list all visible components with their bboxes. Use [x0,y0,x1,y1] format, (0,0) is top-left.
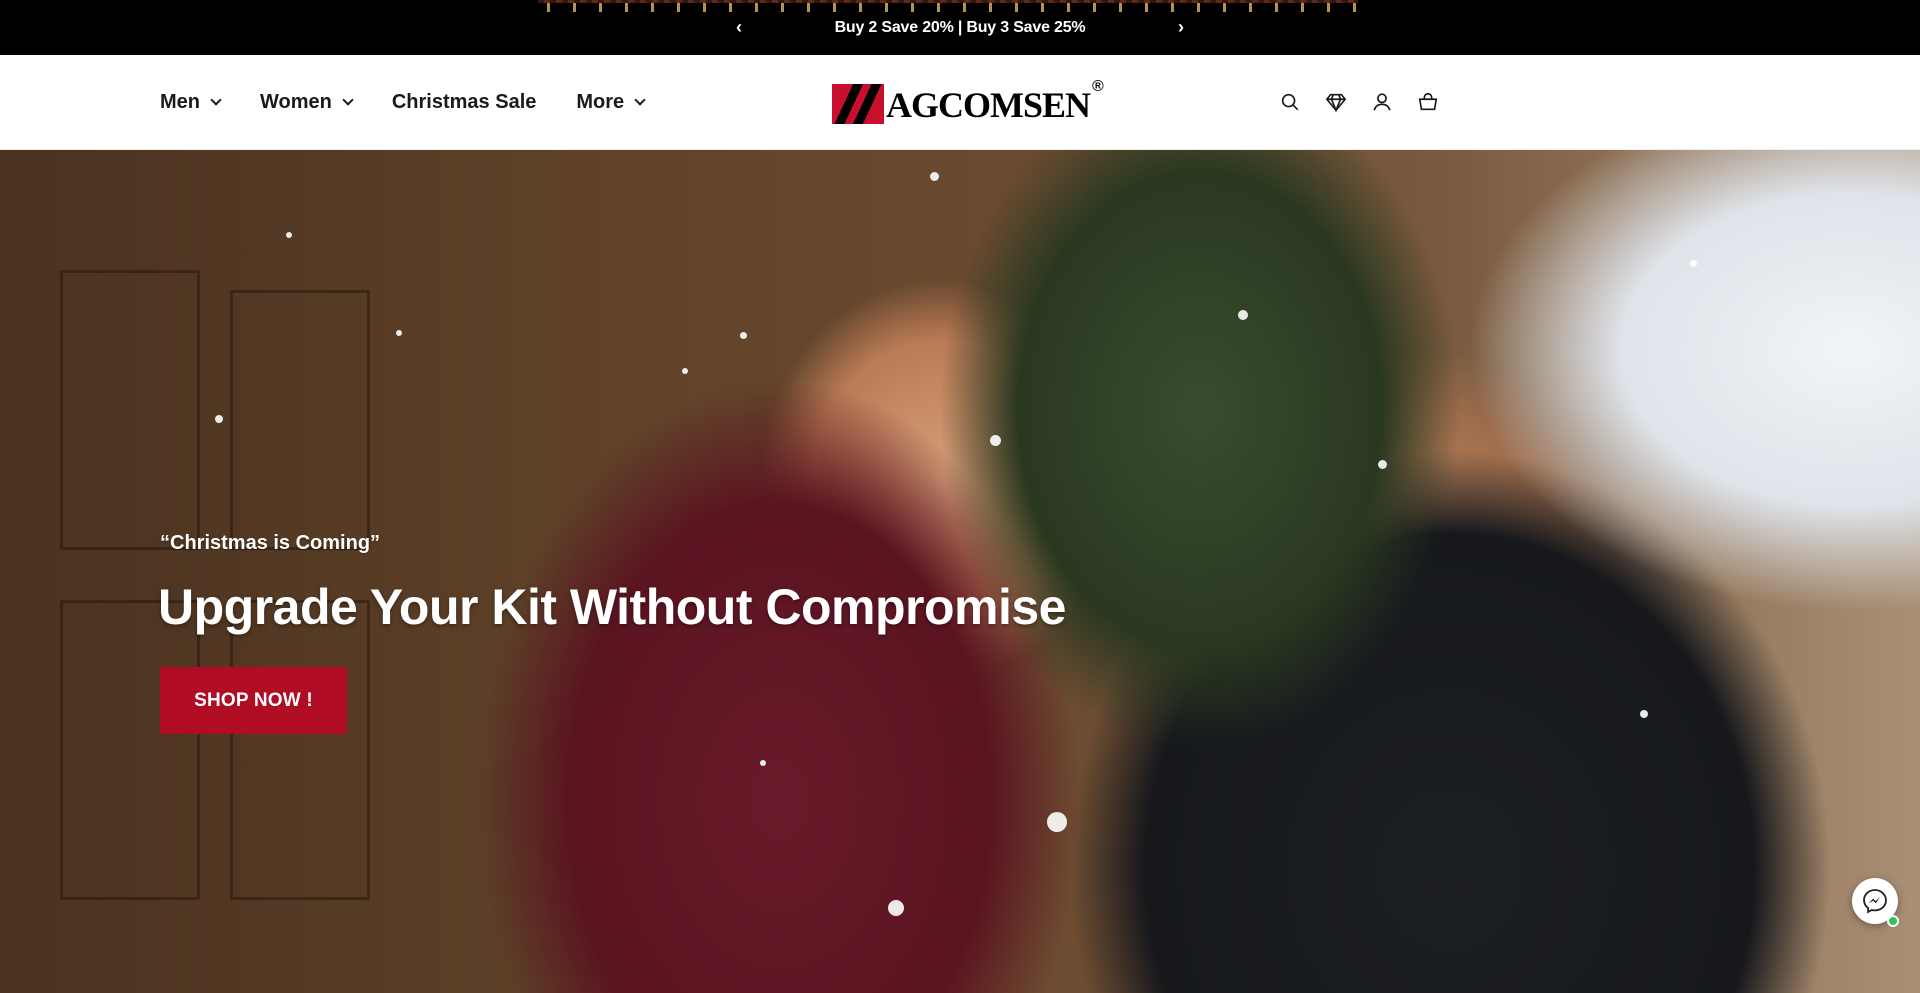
snowflake-decoration [396,330,402,336]
hero-banner: “Christmas is Coming” Upgrade Your Kit W… [0,150,1920,993]
announcement-bar: ‹ Buy 2 Save 20% | Buy 3 Save 25% › [0,0,1920,55]
nav-item-men[interactable]: Men [160,91,222,114]
snowflake-decoration [1640,710,1648,718]
chevron-down-icon [210,94,222,106]
snowflake-decoration [215,415,223,423]
snowflake-decoration [930,172,939,181]
snowflake-decoration [1690,260,1697,267]
diamond-icon[interactable] [1324,90,1348,114]
snowflake-decoration [888,900,904,916]
snowflake-decoration [990,435,1001,446]
main-nav: Men Women Christmas Sale More [160,91,684,114]
chevron-left-icon[interactable]: ‹ [727,14,751,40]
snowflake-decoration [1047,812,1067,832]
nav-item-label: Men [160,91,200,113]
snowflake-decoration [1378,460,1387,469]
logo-wordmark: AGCOMSEN [886,85,1091,125]
account-icon[interactable] [1370,90,1394,114]
door-panel-decoration [230,290,370,550]
online-status-indicator [1887,915,1899,927]
nav-item-more[interactable]: More [576,91,646,114]
snowflake-decoration [682,368,688,374]
door-panel-decoration [60,270,200,550]
hero-title: Upgrade Your Kit Without Compromise [158,579,1067,635]
header-actions [1278,90,1440,114]
announcement-text: Buy 2 Save 20% | Buy 3 Save 25% [834,19,1086,36]
registered-mark: ® [1092,78,1104,95]
nav-item-christmas-sale[interactable]: Christmas Sale [392,91,537,114]
snowflake-decoration [760,760,766,766]
chevron-right-icon[interactable]: › [1169,14,1193,40]
snowflake-decoration [286,232,292,238]
logo-m-mark [832,84,884,124]
nav-item-label: Women [260,91,332,113]
door-panel-decoration [230,600,370,900]
nav-item-women[interactable]: Women [260,91,354,114]
door-panel-decoration [60,600,200,900]
chevron-down-icon [342,94,354,106]
chevron-down-icon [634,94,646,106]
site-header: Men Women Christmas Sale More AGCOMSEN ® [0,55,1920,150]
nav-item-label: More [576,91,625,113]
shop-now-button[interactable]: SHOP NOW ! [160,667,347,734]
nav-item-label: Christmas Sale [391,91,537,113]
snowflake-decoration [740,332,747,339]
brand-logo[interactable]: AGCOMSEN ® [832,78,1104,125]
cart-icon[interactable] [1416,90,1440,114]
search-icon[interactable] [1278,90,1302,114]
string-lights-decoration [538,0,1358,12]
snowflake-decoration [1238,310,1248,320]
hero-quote: “Christmas is Coming” [160,532,381,554]
